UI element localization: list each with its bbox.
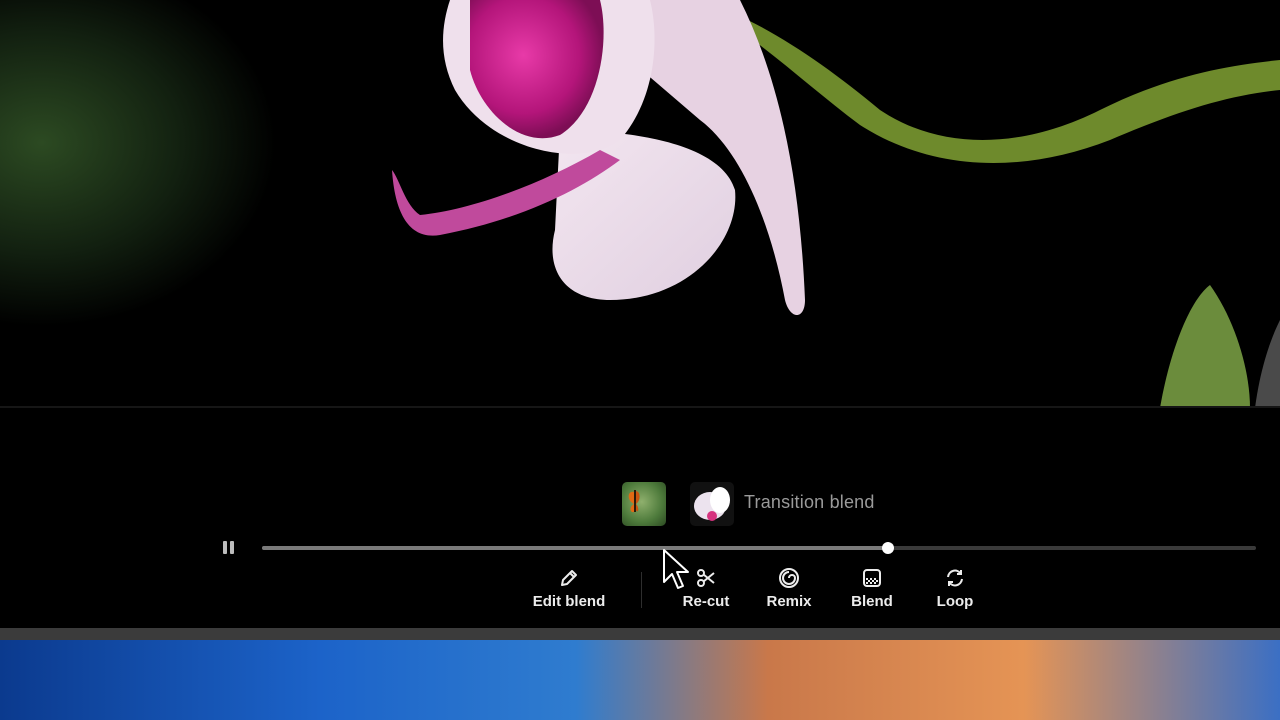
toolbar-divider (641, 572, 642, 608)
butterfly-icon (628, 490, 640, 513)
edit-blend-button[interactable]: Edit blend (524, 566, 614, 610)
loop-icon (947, 569, 963, 587)
remix-button[interactable]: Remix (744, 566, 834, 610)
mouse-cursor-icon (663, 549, 689, 589)
blend-button[interactable]: Blend (827, 566, 917, 610)
timeline-scrubber[interactable] (262, 546, 1256, 550)
loop-label: Loop (936, 593, 974, 610)
pause-icon-bar-right (230, 541, 234, 554)
edit-blend-label: Edit blend (532, 593, 606, 610)
desktop-wallpaper (0, 640, 1280, 720)
orchid-icon (694, 487, 730, 521)
timeline-progress-fill (262, 546, 889, 550)
pencil-icon (561, 570, 577, 586)
transition-label: Transition blend (744, 492, 875, 512)
video-preview (0, 0, 1280, 408)
blend-icon (863, 569, 881, 587)
recut-label: Re-cut (682, 593, 730, 610)
pause-icon-bar-left (223, 541, 227, 554)
clip-thumbnail-butterfly[interactable] (622, 482, 666, 526)
clip-thumbnail-orchid[interactable] (690, 482, 734, 526)
orchid-video-frame (0, 0, 1280, 408)
remix-icon (779, 568, 799, 588)
loop-button[interactable]: Loop (910, 566, 1000, 610)
scissors-icon (697, 569, 715, 587)
blend-label: Blend (851, 593, 893, 610)
remix-label: Remix (766, 593, 812, 610)
pause-button[interactable] (220, 539, 236, 557)
window-bottom-edge (0, 628, 1280, 640)
